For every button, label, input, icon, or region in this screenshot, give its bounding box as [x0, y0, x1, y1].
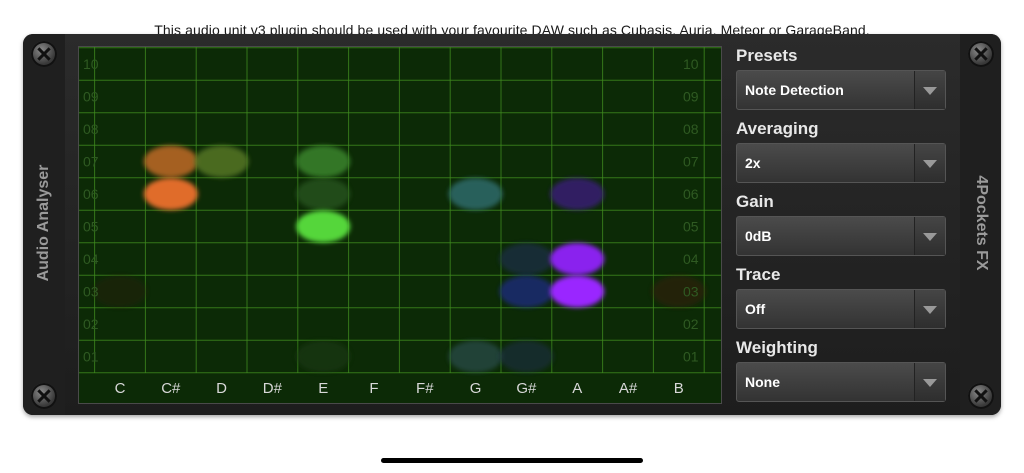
- averaging-group: Averaging 2x: [736, 119, 948, 183]
- note-grid-display: 10 10 09 09 08 08 07 07 06 06 05 05 04 04 03 03 02 02 01 01…: [78, 46, 722, 404]
- weighting-dropdown[interactable]: None: [736, 362, 946, 402]
- averaging-label: Averaging: [736, 119, 819, 138]
- audio-analyser-label: Audio Analyser: [35, 164, 52, 282]
- note-label: A#: [619, 380, 638, 397]
- octave-label: 10: [683, 56, 699, 72]
- gain-label: Gain: [736, 192, 774, 211]
- octave-label: 01: [683, 349, 699, 365]
- note-label: F#: [416, 380, 434, 397]
- presets-label: Presets: [736, 46, 798, 65]
- screw-icon: [31, 41, 57, 67]
- gain-dropdown[interactable]: 0dB: [736, 216, 946, 256]
- note-intensity-blob: [296, 178, 351, 210]
- note-intensity-blob: [499, 340, 554, 373]
- note-label: F: [369, 380, 378, 397]
- trace-group: Trace Off: [736, 265, 948, 329]
- note-label: B: [674, 380, 684, 397]
- octave-label: 09: [683, 89, 699, 105]
- octave-label: 03: [683, 284, 699, 300]
- averaging-dropdown[interactable]: 2x: [736, 143, 946, 183]
- gain-group: Gain 0dB: [736, 192, 948, 256]
- controls-panel: Presets Note Detection Averaging 2x Gain…: [736, 46, 948, 411]
- chevron-down-icon[interactable]: [914, 363, 945, 401]
- note-intensity-blob: [93, 275, 147, 308]
- note-intensity-blob: [550, 178, 605, 210]
- note-intensity-blob: [499, 243, 554, 275]
- note-intensity-blob: [499, 275, 554, 308]
- chevron-down-icon[interactable]: [914, 217, 945, 255]
- octave-label: 04: [83, 251, 99, 267]
- note-label: E: [318, 380, 328, 397]
- note-intensity-blob: [448, 178, 503, 210]
- weighting-group: Weighting None: [736, 338, 948, 402]
- weighting-label: Weighting: [736, 338, 818, 357]
- octave-label: 07: [83, 154, 99, 170]
- note-intensity-blob: [296, 145, 351, 178]
- octave-label: 02: [83, 316, 99, 332]
- octave-label: 04: [683, 251, 699, 267]
- note-label: D: [216, 380, 227, 397]
- octave-label: 06: [683, 186, 699, 202]
- note-label: A: [572, 380, 582, 397]
- octave-label: 01: [83, 349, 99, 365]
- averaging-value: 2x: [745, 155, 761, 171]
- presets-group: Presets Note Detection: [736, 46, 948, 110]
- weighting-value: None: [745, 374, 780, 390]
- octave-label: 08: [683, 121, 699, 137]
- note-octave-grid: 10 10 09 09 08 08 07 07 06 06 05 05 04 04 03 03 02 02 01 01…: [79, 47, 721, 403]
- note-label: G: [470, 380, 482, 397]
- chevron-down-icon[interactable]: [914, 290, 945, 328]
- octave-label: 06: [83, 186, 99, 202]
- note-intensity-blob: [296, 340, 351, 373]
- note-intensity-blob: [550, 275, 605, 308]
- brand-label: 4Pockets FX: [973, 175, 990, 271]
- screw-icon: [31, 383, 57, 409]
- screw-icon: [968, 383, 994, 409]
- note-intensity-blob: [550, 243, 605, 275]
- note-label: C: [115, 380, 126, 397]
- octave-label: 03: [83, 284, 99, 300]
- octave-label: 05: [683, 219, 699, 235]
- presets-value: Note Detection: [745, 82, 844, 98]
- note-intensity-blob: [143, 145, 198, 178]
- note-intensity-blob: [448, 340, 503, 373]
- note-intensity-blob: [296, 210, 351, 243]
- octave-label: 09: [83, 89, 99, 105]
- note-intensity-blob: [194, 145, 249, 178]
- trace-label: Trace: [736, 265, 781, 284]
- octave-label: 07: [683, 154, 699, 170]
- presets-dropdown[interactable]: Note Detection: [736, 70, 946, 110]
- grid-background: [79, 47, 721, 403]
- octave-label: 02: [683, 316, 699, 332]
- note-label: G#: [516, 380, 537, 397]
- octave-label: 10: [83, 56, 99, 72]
- screw-icon: [968, 41, 994, 67]
- note-intensity-blob: [143, 178, 198, 210]
- note-label: C#: [161, 380, 181, 397]
- chevron-down-icon[interactable]: [914, 71, 945, 109]
- octave-label: 08: [83, 121, 99, 137]
- trace-dropdown[interactable]: Off: [736, 289, 946, 329]
- trace-value: Off: [745, 301, 766, 317]
- home-indicator[interactable]: [381, 458, 643, 463]
- note-label: D#: [263, 380, 283, 397]
- octave-label: 05: [83, 219, 99, 235]
- gain-value: 0dB: [745, 228, 772, 244]
- chevron-down-icon[interactable]: [914, 144, 945, 182]
